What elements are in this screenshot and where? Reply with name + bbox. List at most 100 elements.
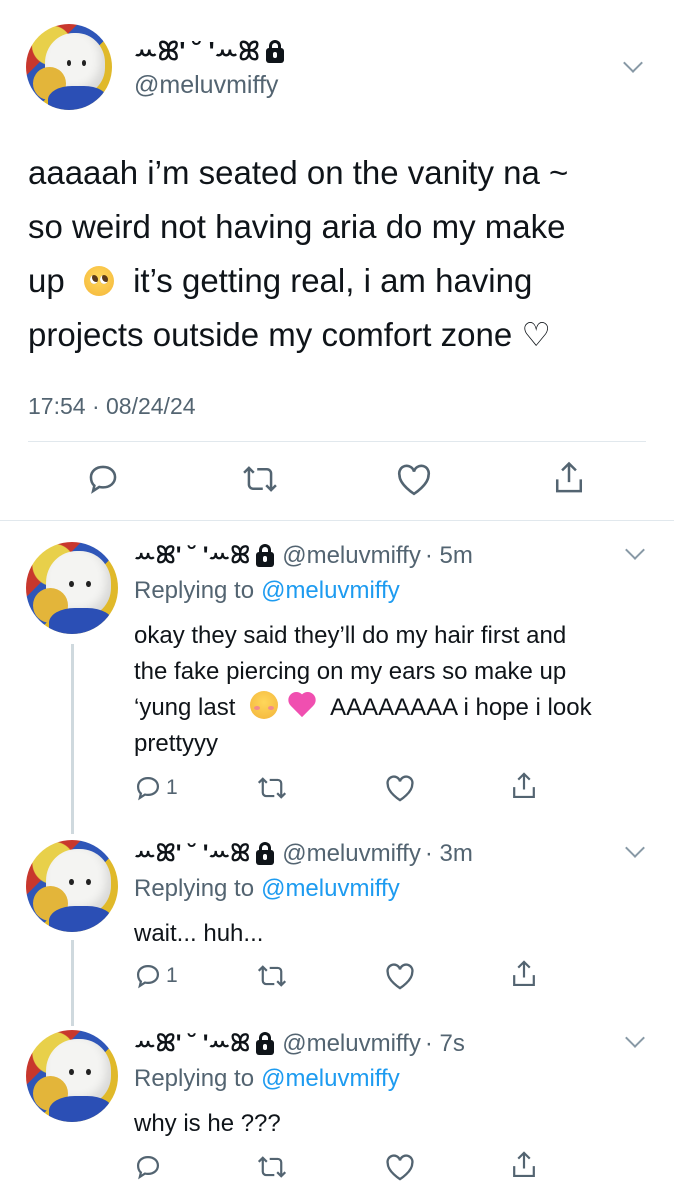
share-icon <box>513 960 535 987</box>
main-timestamp[interactable]: 17:54 · 08/24/24 <box>28 393 196 420</box>
main-name-row[interactable]: ꕀꕤ' ˘ 'ꕀꕤ <box>134 36 284 68</box>
reply-display-name: ꕀꕤ' ˘ 'ꕀꕤ <box>134 1030 251 1057</box>
mention-link[interactable]: @meluvmiffy <box>261 1065 400 1093</box>
main-text-line: so weird not having aria do my make <box>28 208 566 245</box>
reply-text-line: the fake piercing on my ears so make up <box>134 658 567 685</box>
reply-text-fragment: AAAAAAAA i hope i look <box>330 694 592 721</box>
reply-avatar[interactable] <box>26 542 118 634</box>
like-button[interactable] <box>385 775 415 802</box>
like-button[interactable] <box>396 464 432 496</box>
reply-button[interactable] <box>134 1153 162 1181</box>
retweet-button[interactable] <box>257 774 287 802</box>
reply-time: · 7s <box>424 1030 465 1057</box>
lock-icon <box>256 1031 275 1055</box>
lock-icon <box>256 543 275 567</box>
reply-text: why is he ??? <box>134 1106 281 1142</box>
reply-button[interactable] <box>86 462 120 496</box>
main-tweet-text: aaaaah i’m seated on the vanity na ~ so … <box>28 146 658 362</box>
replying-to: Replying to @meluvmiffy <box>134 577 400 605</box>
reply-count: 1 <box>166 776 178 799</box>
main-display-name: ꕀꕤ' ˘ 'ꕀꕤ <box>134 36 260 66</box>
reply-display-name: ꕀꕤ' ˘ 'ꕀꕤ <box>134 542 251 569</box>
replying-label: Replying to <box>134 875 255 902</box>
chevron-down-icon[interactable] <box>625 540 645 560</box>
share-icon <box>513 1151 535 1178</box>
like-button[interactable] <box>385 963 415 990</box>
reply-button[interactable]: 1 <box>134 962 178 990</box>
reply-time: · 3m <box>424 840 473 867</box>
retweet-button[interactable] <box>257 962 287 990</box>
reply-count: 1 <box>166 964 178 987</box>
retweet-button[interactable] <box>257 1153 287 1181</box>
comment-icon <box>136 964 160 989</box>
miffy-body <box>49 906 114 932</box>
share-icon <box>513 772 535 799</box>
reply-time: · 5m <box>424 542 473 569</box>
mention-link[interactable]: @meluvmiffy <box>261 577 400 605</box>
pink-heart-emoji <box>287 693 317 719</box>
retweet-icon <box>243 466 277 492</box>
reply-text-fragment: ‘yung last <box>134 694 236 721</box>
reply-name-row[interactable]: ꕀꕤ' ˘ 'ꕀꕤ @meluvmiffy · 3m <box>134 840 473 868</box>
reply-display-name: ꕀꕤ' ˘ 'ꕀꕤ <box>134 840 251 867</box>
reply-text-line: okay they said they’ll do my hair first … <box>134 622 567 649</box>
chevron-down-icon[interactable] <box>625 1028 645 1048</box>
miffy-body <box>49 1096 114 1122</box>
reply-button[interactable]: 1 <box>134 774 178 802</box>
share-button[interactable] <box>510 959 538 989</box>
reply-handle: @meluvmiffy <box>282 840 421 867</box>
retweet-icon <box>257 777 287 799</box>
lock-icon <box>256 841 275 865</box>
thread-line <box>71 940 74 1026</box>
main-text-line: aaaaah i’m seated on the vanity na ~ <box>28 154 569 191</box>
reply-handle: @meluvmiffy <box>282 542 421 569</box>
retweet-icon <box>257 1156 287 1178</box>
heart-icon <box>386 963 414 990</box>
reply-handle: @meluvmiffy <box>282 1030 421 1057</box>
replying-to: Replying to @meluvmiffy <box>134 1065 400 1093</box>
main-handle[interactable]: @meluvmiffy <box>134 71 278 100</box>
lock-icon <box>265 39 284 63</box>
share-button[interactable] <box>510 1150 538 1180</box>
main-divider <box>28 441 646 442</box>
comment-icon <box>136 1155 160 1180</box>
main-text-fragment: it’s getting real, i am having <box>133 262 533 299</box>
share-button[interactable] <box>552 460 586 496</box>
reply-text-line: ‘yung last AAAAAAAA i hope i look <box>134 690 654 726</box>
reply-text: wait... huh... <box>134 916 263 952</box>
reply-name-row[interactable]: ꕀꕤ' ˘ 'ꕀꕤ @meluvmiffy · 7s <box>134 1030 465 1058</box>
reply-name-row[interactable]: ꕀꕤ' ˘ 'ꕀꕤ @meluvmiffy · 5m <box>134 542 473 570</box>
heart-icon <box>386 1154 414 1181</box>
main-text-fragment: up <box>28 262 65 299</box>
main-text-line: up it’s getting real, i am having <box>28 254 658 308</box>
replying-label: Replying to <box>134 577 255 604</box>
reply-text: okay they said they’ll do my hair first … <box>134 618 654 762</box>
reply-avatar[interactable] <box>26 840 118 932</box>
section-divider <box>0 520 674 521</box>
share-button[interactable] <box>510 771 538 801</box>
reply-text-line: why is he ??? <box>134 1110 281 1137</box>
main-avatar[interactable] <box>26 24 112 110</box>
pleading-face-emoji <box>83 266 114 296</box>
mention-link[interactable]: @meluvmiffy <box>261 875 400 903</box>
miffy-body <box>49 608 114 634</box>
chevron-down-icon[interactable] <box>623 53 643 73</box>
reply-text-line: prettyyy <box>134 730 219 757</box>
heart-icon <box>386 775 414 802</box>
replying-to: Replying to @meluvmiffy <box>134 875 400 903</box>
share-icon <box>555 461 583 493</box>
retweet-button[interactable] <box>242 462 278 496</box>
heart-icon <box>397 464 431 496</box>
reply-text-line: wait... huh... <box>134 920 264 947</box>
miffy-body <box>47 85 108 110</box>
like-button[interactable] <box>385 1154 415 1181</box>
retweet-icon <box>257 965 287 987</box>
thread-line <box>71 644 74 834</box>
chevron-down-icon[interactable] <box>625 838 645 858</box>
reply-avatar[interactable] <box>26 1030 118 1122</box>
comment-icon <box>89 465 117 494</box>
replying-label: Replying to <box>134 1065 255 1092</box>
main-text-line: projects outside my comfort zone ♡ <box>28 316 551 353</box>
smiling-face-emoji <box>250 691 279 719</box>
comment-icon <box>136 776 160 801</box>
